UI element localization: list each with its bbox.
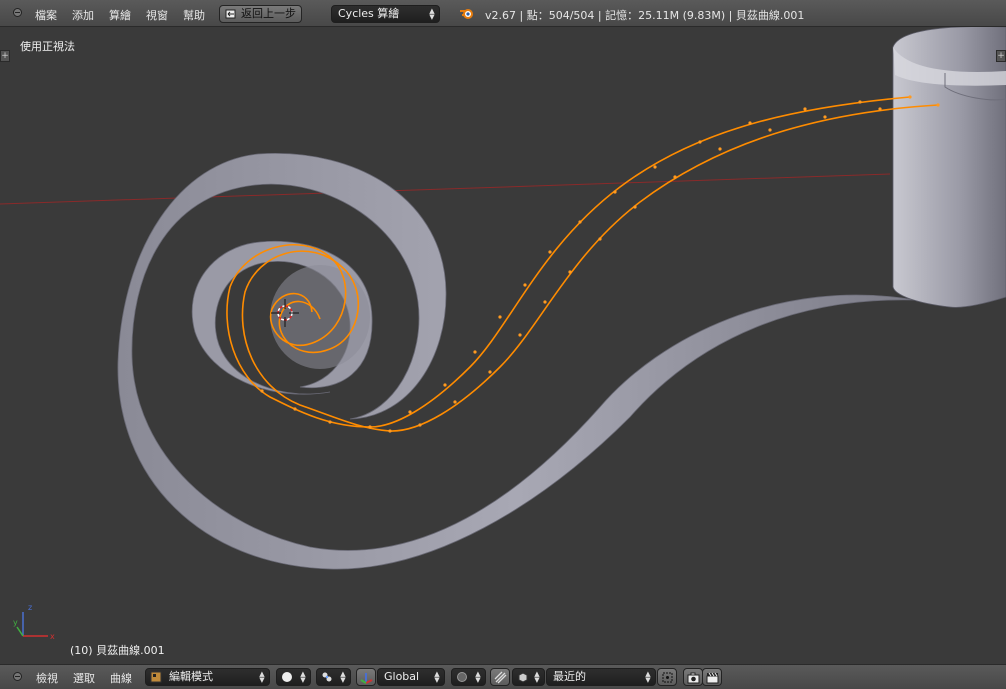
dropdown-arrows-icon: ▲ ▼ [534, 670, 540, 684]
snap-toggle[interactable] [490, 668, 510, 686]
info-header: 檔案 添加 算繪 視窗 幫助 返回上一步 Cycles 算繪 ▲ ▼ v2.67 … [0, 0, 1006, 27]
properties-toggle-icon[interactable]: + [996, 50, 1006, 62]
curve-control-points [260, 95, 940, 433]
snap-align-icon [662, 672, 673, 683]
menu-select[interactable]: 選取 [73, 670, 95, 686]
header-collapse-icon[interactable] [13, 8, 22, 17]
proportional-edit-icon [457, 672, 467, 682]
camera-icon [687, 672, 700, 684]
dropdown-arrows-icon: ▲ ▼ [434, 670, 440, 684]
undo-button[interactable]: 返回上一步 [219, 5, 302, 23]
view-header-collapse-icon[interactable] [13, 672, 22, 681]
mode-select[interactable]: 編輯模式 ▲ ▼ [145, 668, 270, 686]
pivot-point-select[interactable]: ▲ ▼ [316, 668, 351, 686]
clapperboard-icon [706, 672, 719, 684]
render-engine-value: Cycles 算繪 [338, 7, 400, 20]
render-opengl-button[interactable] [683, 668, 703, 686]
axis-gizmo-icon: z x y [13, 603, 55, 641]
manipulator-toggle[interactable] [356, 668, 376, 686]
proportional-edit-select[interactable]: ▲ ▼ [451, 668, 486, 686]
3d-viewport[interactable]: z x y 使用正視法 (10) 貝茲曲線.001 + + [0, 27, 1006, 664]
snap-target-value: 最近的 [553, 670, 586, 683]
dropdown-arrows-icon: ▲ ▼ [259, 670, 265, 684]
manipulator-icon [360, 673, 373, 684]
mode-value: 編輯模式 [169, 670, 213, 683]
scene-canvas: z x y [0, 27, 1006, 641]
solid-shading-icon [282, 672, 292, 682]
render-engine-select[interactable]: Cycles 算繪 ▲ ▼ [331, 5, 440, 23]
undo-icon [225, 9, 236, 19]
menu-view[interactable]: 檢視 [36, 670, 58, 686]
dropdown-arrows-icon: ▲ ▼ [645, 670, 651, 684]
snap-align-toggle[interactable] [657, 668, 677, 686]
object-info-label: (10) 貝茲曲線.001 [70, 644, 165, 657]
axis-y-label: y [13, 618, 18, 627]
undo-label: 返回上一步 [241, 7, 296, 20]
blender-logo-icon [460, 9, 473, 19]
menu-window[interactable]: 視窗 [146, 7, 168, 23]
pivot-point-icon [322, 672, 332, 682]
snap-volume-icon [518, 672, 528, 683]
status-info: v2.67 | 點：504/504 | 記憶：25.11M (9.83M) | … [485, 9, 805, 22]
dropdown-arrows-icon: ▲ ▼ [340, 670, 346, 684]
view-name-label: 使用正視法 [20, 40, 75, 53]
tool-shelf-toggle-icon[interactable]: + [0, 50, 10, 62]
axis-z-label: z [28, 603, 32, 612]
snap-target-select[interactable]: 最近的 ▲ ▼ [546, 668, 656, 686]
orientation-select[interactable]: Global ▲ ▼ [377, 668, 445, 686]
viewport-shading-select[interactable]: ▲ ▼ [276, 668, 311, 686]
dropdown-arrows-icon: ▲ ▼ [475, 670, 481, 684]
horizon-line [0, 173, 891, 205]
render-animation-button[interactable] [702, 668, 722, 686]
menu-file[interactable]: 檔案 [35, 7, 57, 23]
axis-x-label: x [50, 632, 55, 641]
snap-element-select[interactable]: ▲ ▼ [512, 668, 545, 686]
orientation-value: Global [384, 670, 420, 683]
dropdown-arrows-icon: ▲ ▼ [429, 7, 435, 21]
menu-add[interactable]: 添加 [72, 7, 94, 23]
dropdown-arrows-icon: ▲ ▼ [300, 670, 306, 684]
magnet-icon [494, 671, 507, 684]
menu-render[interactable]: 算繪 [109, 7, 131, 23]
menu-help[interactable]: 幫助 [183, 7, 205, 23]
menu-curve[interactable]: 曲線 [110, 670, 132, 686]
edit-mode-icon [150, 671, 162, 683]
3d-view-header: 檢視 選取 曲線 編輯模式 ▲ ▼ ▲ ▼ ▲ ▼ Global ▲ ▼ ▲ ▼… [0, 664, 1006, 689]
